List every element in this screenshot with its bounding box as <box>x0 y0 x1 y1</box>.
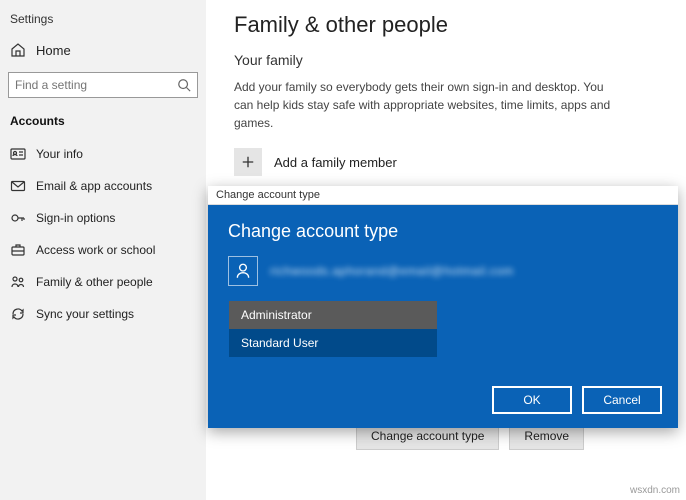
sidebar-item-label: Access work or school <box>36 243 155 257</box>
sidebar-item-signin-options[interactable]: Sign-in options <box>0 202 206 234</box>
search-box[interactable] <box>8 72 198 98</box>
home-icon <box>10 42 26 58</box>
plus-icon <box>234 148 262 176</box>
family-heading: Your family <box>234 52 666 68</box>
change-account-type-dialog: Change account type Change account type … <box>208 186 678 428</box>
account-type-dropdown[interactable]: Administrator Standard User <box>228 300 438 358</box>
sidebar-item-your-info[interactable]: Your info <box>0 138 206 170</box>
sidebar-item-label: Family & other people <box>36 275 153 289</box>
id-card-icon <box>10 146 26 162</box>
dialog-actions: OK Cancel <box>208 374 678 428</box>
key-icon <box>10 210 26 226</box>
page-title: Family & other people <box>234 12 666 38</box>
sidebar-item-label: Your info <box>36 147 83 161</box>
nav-home-label: Home <box>36 43 71 58</box>
sync-icon <box>10 306 26 322</box>
sidebar-item-sync[interactable]: Sync your settings <box>0 298 206 330</box>
user-icon <box>228 256 258 286</box>
ok-button[interactable]: OK <box>492 386 572 414</box>
family-description: Add your family so everybody gets their … <box>234 78 614 132</box>
option-standard-user[interactable]: Standard User <box>229 329 437 357</box>
option-administrator[interactable]: Administrator <box>229 301 437 329</box>
search-input[interactable] <box>15 78 177 92</box>
account-identity: richwoods.aphorand@email@hotmail.com <box>228 256 658 286</box>
window-title: Settings <box>0 8 206 36</box>
briefcase-icon <box>10 242 26 258</box>
settings-sidebar: Settings Home Accounts Your info Email &… <box>0 0 206 500</box>
nav-home[interactable]: Home <box>0 36 206 64</box>
search-icon <box>177 78 191 92</box>
people-icon <box>10 274 26 290</box>
mail-icon <box>10 178 26 194</box>
sidebar-item-label: Sign-in options <box>36 211 115 225</box>
sidebar-item-work-school[interactable]: Access work or school <box>0 234 206 266</box>
dialog-titlebar: Change account type <box>208 186 678 205</box>
dialog-heading: Change account type <box>228 221 658 242</box>
add-family-label: Add a family member <box>274 155 397 170</box>
cancel-button[interactable]: Cancel <box>582 386 662 414</box>
sidebar-item-email-accounts[interactable]: Email & app accounts <box>0 170 206 202</box>
account-email: richwoods.aphorand@email@hotmail.com <box>270 264 514 278</box>
sidebar-section: Accounts <box>0 110 206 138</box>
sidebar-item-family[interactable]: Family & other people <box>0 266 206 298</box>
sidebar-item-label: Sync your settings <box>36 307 134 321</box>
add-family-member[interactable]: Add a family member <box>234 148 666 176</box>
watermark: wsxdn.com <box>630 485 680 496</box>
sidebar-item-label: Email & app accounts <box>36 179 152 193</box>
